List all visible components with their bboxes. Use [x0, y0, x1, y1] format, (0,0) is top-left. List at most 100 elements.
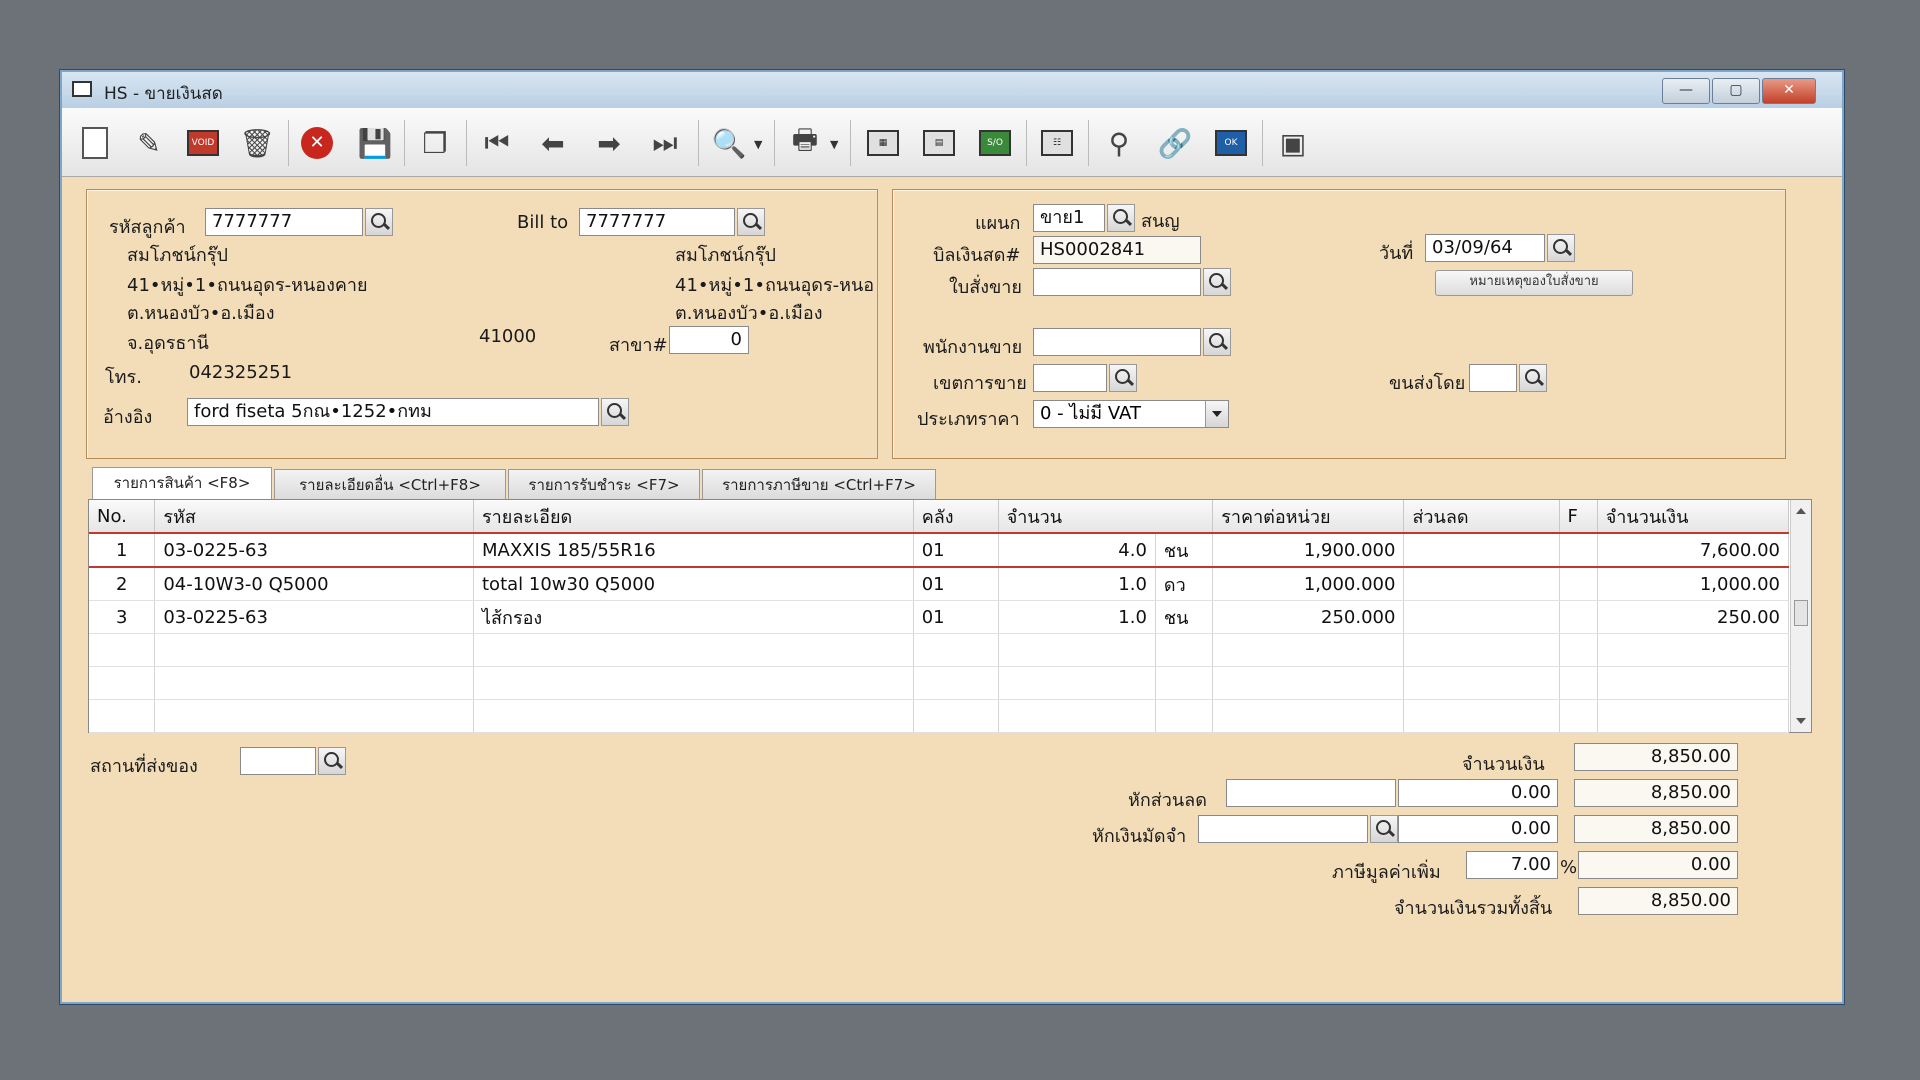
table-row-empty[interactable]	[89, 666, 1790, 700]
reference-input[interactable]: ford fiseta 5กณ•1252•กทม	[187, 398, 599, 426]
scroll-down-icon[interactable]	[1796, 718, 1806, 724]
calc-icon[interactable]: ▤	[918, 122, 960, 164]
col-code[interactable]: รหัส	[154, 500, 474, 534]
title-bar[interactable]: HS - ขายเงินสด — ▢ ✕	[62, 72, 1842, 108]
copy-icon[interactable]: ❐	[414, 122, 456, 164]
department-search-icon[interactable]	[1107, 204, 1135, 232]
edit-icon[interactable]: ✎	[128, 122, 170, 164]
reference-search-icon[interactable]	[601, 398, 629, 426]
cancel-icon[interactable]: ✕	[296, 122, 338, 164]
billto-code-input[interactable]: 7777777	[579, 208, 735, 236]
table-row[interactable]: 1 03-0225-63 MAXXIS 185/55R16 01 4.0 ชน …	[89, 533, 1790, 568]
row-desc[interactable]: MAXXIS 185/55R16	[473, 533, 914, 568]
col-amount[interactable]: จำนวนเงิน	[1597, 500, 1790, 534]
price-type-select[interactable]: 0 - ไม่มี VAT	[1033, 400, 1229, 428]
row-warehouse[interactable]: 01	[913, 567, 999, 601]
prev-icon[interactable]: ⬅	[532, 122, 574, 164]
delivery-place-search-icon[interactable]	[318, 747, 346, 775]
table-row-empty[interactable]	[89, 633, 1790, 667]
tab-details[interactable]: รายละเอียดอื่น <Ctrl+F8>	[274, 469, 506, 499]
row-code[interactable]: 04-10W3-0 Q5000	[154, 567, 474, 601]
branch-input[interactable]: 0	[669, 326, 749, 354]
customer-code-input[interactable]: 7777777	[205, 208, 363, 236]
row-price[interactable]: 1,000.000	[1212, 567, 1405, 601]
row-desc[interactable]: ไส้กรอง	[473, 600, 914, 634]
approve-icon[interactable]: ⚲	[1098, 122, 1140, 164]
row-discount[interactable]	[1403, 600, 1560, 634]
discount-value-input[interactable]: 0.00	[1398, 779, 1558, 807]
next-icon[interactable]: ➡	[588, 122, 630, 164]
row-code[interactable]: 03-0225-63	[154, 600, 474, 634]
sales-area-search-icon[interactable]	[1109, 364, 1137, 392]
search-dropdown-icon[interactable]: ▼	[754, 138, 762, 151]
salesman-input[interactable]	[1033, 328, 1201, 356]
statement-icon[interactable]: ☷	[1036, 122, 1078, 164]
row-warehouse[interactable]: 01	[913, 533, 999, 568]
row-warehouse[interactable]: 01	[913, 600, 999, 634]
row-discount[interactable]	[1403, 533, 1560, 568]
print-icon[interactable]: 🖶	[784, 122, 826, 164]
col-qty[interactable]: จำนวน	[998, 500, 1214, 534]
sales-area-input[interactable]	[1033, 364, 1107, 392]
maximize-button[interactable]: ▢	[1712, 78, 1760, 104]
col-warehouse[interactable]: คลัง	[913, 500, 999, 534]
deposit-value-input[interactable]: 0.00	[1398, 815, 1558, 843]
row-price[interactable]: 250.000	[1212, 600, 1405, 634]
col-no[interactable]: No.	[89, 500, 156, 534]
tab-payments[interactable]: รายการรับชำระ <F7>	[508, 469, 700, 499]
scroll-up-icon[interactable]	[1796, 508, 1806, 514]
first-icon[interactable]: ⏮	[476, 122, 518, 164]
salesman-search-icon[interactable]	[1203, 328, 1231, 356]
customer-tel: 042325251	[189, 362, 293, 383]
last-icon[interactable]: ⏭	[644, 122, 686, 164]
sales-order-input[interactable]	[1033, 268, 1201, 296]
tab-items[interactable]: รายการสินค้า <F8>	[92, 467, 272, 499]
col-discount[interactable]: ส่วนลด	[1403, 500, 1560, 534]
save-icon[interactable]: 💾	[354, 122, 396, 164]
delete-icon[interactable]: 🗑	[236, 122, 278, 164]
row-price[interactable]: 1,900.000	[1212, 533, 1405, 568]
tab-sales-tax[interactable]: รายการภาษีขาย <Ctrl+F7>	[702, 469, 936, 499]
row-qty[interactable]: 1.0	[998, 567, 1156, 601]
deposit-code-input[interactable]	[1198, 815, 1368, 843]
ok-icon[interactable]: OK	[1210, 122, 1252, 164]
billto-search-icon[interactable]	[737, 208, 765, 236]
so-icon[interactable]: S/O	[974, 122, 1016, 164]
void-icon[interactable]: VOID	[182, 122, 224, 164]
grid-scrollbar[interactable]	[1790, 500, 1811, 732]
ship-by-input[interactable]	[1469, 364, 1517, 392]
col-desc[interactable]: รายละเอียด	[473, 500, 914, 534]
date-input[interactable]: 03/09/64	[1425, 234, 1545, 262]
close-button[interactable]: ✕	[1762, 78, 1816, 104]
row-desc[interactable]: total 10w30 Q5000	[473, 567, 914, 601]
link-icon[interactable]: 🔗	[1154, 122, 1196, 164]
search-doc-icon[interactable]: 🔍	[708, 122, 750, 164]
table-row[interactable]: 2 04-10W3-0 Q5000 total 10w30 Q5000 01 1…	[89, 567, 1790, 601]
row-qty[interactable]: 4.0	[998, 533, 1156, 568]
customer-search-icon[interactable]	[365, 208, 393, 236]
row-qty[interactable]: 1.0	[998, 600, 1156, 634]
date-picker-icon[interactable]	[1547, 234, 1575, 262]
so-note-button[interactable]: หมายเหตุของใบสั่งขาย	[1435, 270, 1633, 296]
row-code[interactable]: 03-0225-63	[154, 533, 474, 568]
scroll-thumb[interactable]	[1794, 600, 1808, 626]
delivery-place-input[interactable]	[240, 747, 316, 775]
table-row-empty[interactable]	[89, 699, 1790, 733]
sales-order-search-icon[interactable]	[1203, 268, 1231, 296]
report-icon[interactable]: ▦	[862, 122, 904, 164]
new-icon[interactable]	[74, 122, 116, 164]
chevron-down-icon[interactable]	[1205, 401, 1228, 427]
minimize-button[interactable]: —	[1662, 78, 1710, 104]
vat-rate-input[interactable]: 7.00	[1466, 851, 1558, 879]
col-f[interactable]: F	[1559, 500, 1598, 534]
deposit-search-icon[interactable]	[1370, 815, 1398, 843]
bill-no-input[interactable]: HS0002841	[1033, 236, 1201, 264]
row-discount[interactable]	[1403, 567, 1560, 601]
table-row[interactable]: 3 03-0225-63 ไส้กรอง 01 1.0 ชน 250.000 2…	[89, 600, 1790, 634]
discount-code-input[interactable]	[1226, 779, 1396, 807]
department-input[interactable]: ขาย1	[1033, 204, 1105, 232]
export-icon[interactable]: ▣	[1272, 122, 1314, 164]
col-unit-price[interactable]: ราคาต่อหน่วย	[1212, 500, 1405, 534]
ship-by-search-icon[interactable]	[1519, 364, 1547, 392]
print-dropdown-icon[interactable]: ▼	[830, 138, 838, 151]
